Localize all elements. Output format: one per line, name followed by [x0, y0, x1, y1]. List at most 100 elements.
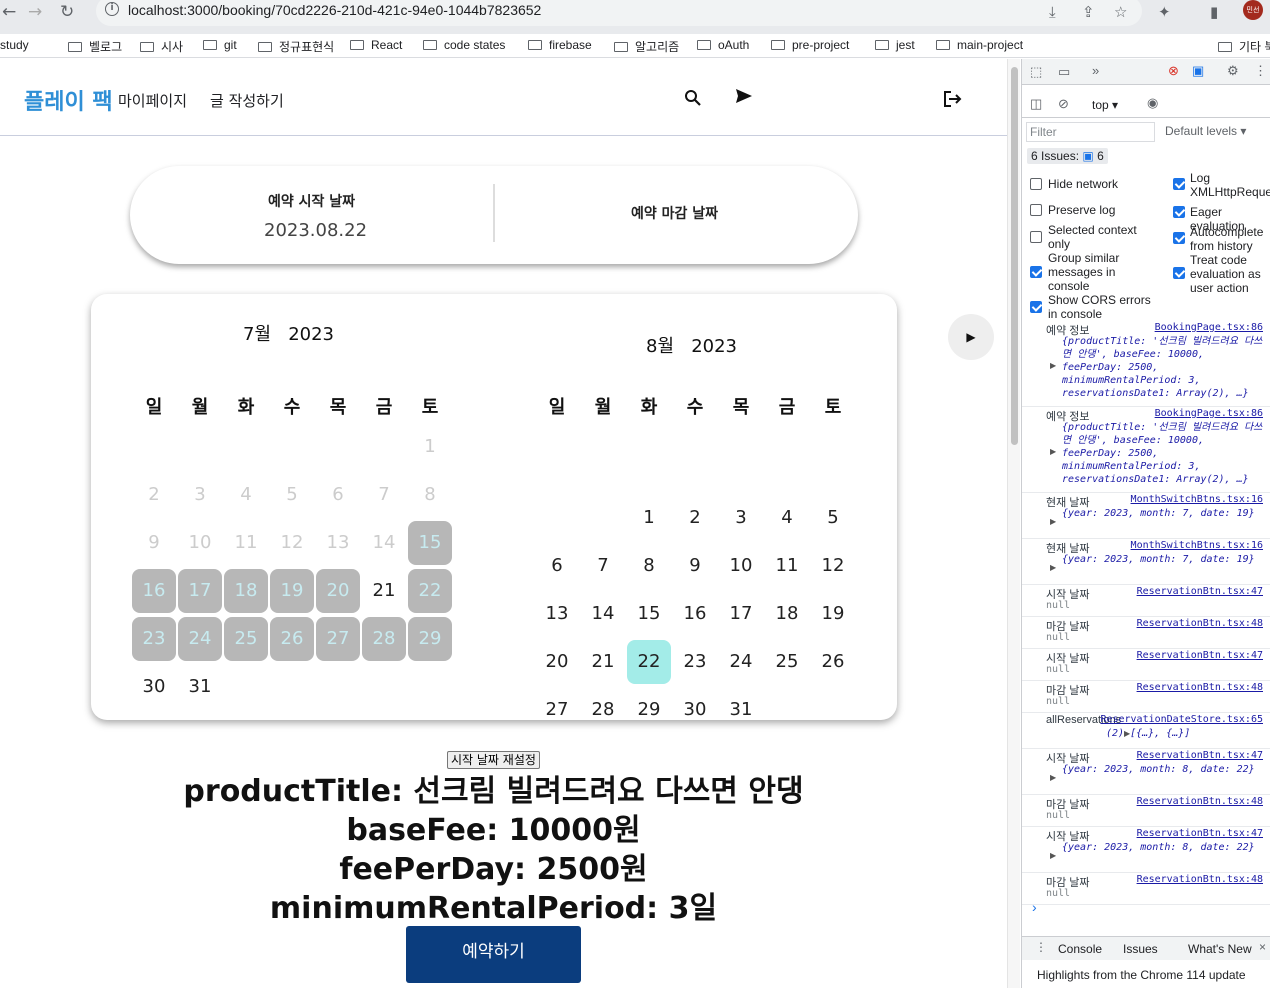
console-log-entry[interactable]: 시작 날짜 ReservationBtn.tsx:47 null [1022, 649, 1270, 681]
sidepanel-icon[interactable]: ▮ [1210, 3, 1218, 21]
log-source-link[interactable]: ReservationBtn.tsx:48 [1137, 682, 1263, 693]
bookmark-item[interactable]: main-project [936, 38, 1023, 52]
close-icon[interactable]: × [1259, 940, 1266, 954]
calendar-day[interactable]: 11 [765, 544, 809, 588]
calendar-day[interactable]: 8 [627, 544, 671, 588]
log-object[interactable]: {year: 2023, month: 8, date: 22} [1062, 763, 1267, 776]
console-log-entry[interactable]: 마감 날짜 ReservationBtn.tsx:48 null [1022, 617, 1270, 649]
calendar-day[interactable]: 18 [765, 592, 809, 636]
log-object[interactable]: {year: 2023, month: 8, date: 22} [1062, 841, 1267, 854]
log-object[interactable]: {year: 2023, month: 7, date: 19} [1062, 507, 1267, 520]
checkbox[interactable] [1173, 267, 1185, 279]
calendar-day[interactable]: 22 [627, 640, 671, 684]
calendar-day[interactable]: 13 [535, 592, 579, 636]
calendar-day[interactable]: 26 [811, 640, 855, 684]
sidebar-toggle-icon[interactable]: ◫ [1030, 96, 1042, 112]
clear-console-icon[interactable]: ⊘ [1058, 96, 1069, 112]
bookmark-item[interactable]: oAuth [697, 38, 749, 52]
checkbox[interactable] [1173, 232, 1185, 244]
bookmark-item[interactable]: 정규표현식 [258, 38, 334, 55]
calendar-day[interactable]: 19 [811, 592, 855, 636]
console-prompt[interactable]: › [1032, 899, 1037, 915]
send-icon[interactable] [735, 88, 753, 109]
log-source-link[interactable]: ReservationBtn.tsx:47 [1137, 650, 1263, 661]
bookmark-item[interactable]: 알고리즘 [614, 38, 679, 55]
drawer-tab-whats-new[interactable]: What's New [1188, 942, 1252, 956]
calendar-day[interactable]: 20 [535, 640, 579, 684]
checkbox[interactable] [1030, 178, 1042, 190]
log-source-link[interactable]: BookingPage.tsx:86 [1155, 322, 1263, 333]
page-scrollbar[interactable] [1007, 59, 1020, 988]
checkbox[interactable] [1030, 266, 1042, 278]
expand-triangle-icon[interactable]: ▶ [1050, 563, 1056, 572]
calendar-day[interactable]: 6 [535, 544, 579, 588]
drawer-tab-issues[interactable]: Issues [1123, 942, 1158, 956]
log-source-link[interactable]: MonthSwitchBtns.tsx:16 [1131, 494, 1263, 505]
log-source-link[interactable]: MonthSwitchBtns.tsx:16 [1131, 540, 1263, 551]
calendar-day[interactable]: 31 [719, 688, 763, 732]
site-info-icon[interactable]: i [105, 2, 119, 16]
calendar-day[interactable]: 4 [765, 496, 809, 540]
log-object[interactable]: {year: 2023, month: 7, date: 19} [1062, 553, 1267, 566]
settings-gear-icon[interactable]: ⚙ [1227, 63, 1239, 79]
calendar-day[interactable]: 17 [719, 592, 763, 636]
expand-triangle-icon[interactable]: ▶ [1050, 361, 1056, 370]
calendar-day[interactable]: 14 [581, 592, 625, 636]
calendar-day[interactable]: 15 [627, 592, 671, 636]
console-log-entry[interactable]: 현재 날짜 MonthSwitchBtns.tsx:16 {year: 2023, … [1022, 539, 1270, 585]
forward-icon[interactable]: → [28, 2, 42, 22]
log-object[interactable]: {productTitle: '선크림 빌려드려요 다쓰면 안댕', baseF… [1062, 335, 1267, 400]
more-tabs-icon[interactable]: » [1092, 63, 1099, 78]
calendar-day[interactable]: 5 [811, 496, 855, 540]
error-count-icon[interactable]: ⊗ [1168, 63, 1179, 79]
calendar-day[interactable]: 21 [581, 640, 625, 684]
log-source-link[interactable]: ReservationBtn.tsx:47 [1137, 586, 1263, 597]
calendar-day[interactable]: 21 [362, 569, 406, 613]
star-icon[interactable]: ☆ [1114, 3, 1127, 21]
calendar-day[interactable]: 1 [627, 496, 671, 540]
bookmark-item[interactable]: jest [875, 38, 915, 52]
profile-avatar[interactable]: 민선 [1243, 0, 1263, 20]
calendar-day[interactable]: 28 [581, 688, 625, 732]
log-object[interactable]: {productTitle: '선크림 빌려드려요 다쓰면 안댕', baseF… [1062, 421, 1267, 486]
nav-write-post[interactable]: 글 작성하기 [210, 90, 284, 111]
extensions-icon[interactable]: ✦ [1158, 3, 1171, 21]
console-log-entry[interactable]: 시작 날짜 ReservationBtn.tsx:47 null [1022, 585, 1270, 617]
calendar-day[interactable]: 2 [673, 496, 717, 540]
drawer-tab-console[interactable]: Console [1058, 942, 1102, 956]
issues-badge[interactable]: 6 Issues: ▣ 6 [1027, 148, 1108, 164]
expand-triangle-icon[interactable]: ▶ [1050, 517, 1056, 526]
expand-triangle-icon[interactable]: ▶ [1050, 773, 1056, 782]
default-levels-dropdown[interactable]: Default levels ▾ [1165, 124, 1246, 138]
calendar-day[interactable]: 7 [581, 544, 625, 588]
console-log-entry[interactable]: 마감 날짜 ReservationBtn.tsx:48 null [1022, 873, 1270, 905]
console-log-entry[interactable]: 마감 날짜 ReservationBtn.tsx:48 null [1022, 681, 1270, 713]
start-date-value[interactable]: 2023.08.22 [264, 220, 367, 241]
calendar-day[interactable]: 25 [765, 640, 809, 684]
book-button[interactable]: 예약하기 [406, 926, 581, 983]
calendar-day[interactable]: 12 [811, 544, 855, 588]
log-source-link[interactable]: ReservationBtn.tsx:47 [1137, 828, 1263, 839]
console-log-entry[interactable]: 현재 날짜 MonthSwitchBtns.tsx:16 {year: 2023, … [1022, 493, 1270, 539]
expand-triangle-icon[interactable]: ▶ [1050, 851, 1056, 860]
log-source-link[interactable]: ReservationBtn.tsx:48 [1137, 796, 1263, 807]
expand-triangle-icon[interactable]: ▶ [1124, 729, 1130, 738]
checkbox[interactable] [1030, 231, 1042, 243]
bookmark-item[interactable]: pre-project [771, 38, 849, 52]
log-source-link[interactable]: ReservationDateStore.tsx:65 [1100, 714, 1263, 725]
calendar-day[interactable]: 24 [719, 640, 763, 684]
inspect-icon[interactable]: ⬚ [1030, 64, 1042, 80]
checkbox[interactable] [1173, 178, 1185, 190]
log-source-link[interactable]: BookingPage.tsx:86 [1155, 408, 1263, 419]
console-log-entry[interactable]: allReservations ReservationDateStore.tsx:… [1022, 713, 1270, 749]
reload-icon[interactable]: ↻ [60, 2, 74, 22]
scroll-thumb[interactable] [1011, 67, 1018, 445]
calendar-day[interactable]: 10 [719, 544, 763, 588]
search-icon[interactable] [684, 89, 702, 112]
message-count-icon[interactable]: ▣ [1192, 63, 1204, 79]
log-source-link[interactable]: ReservationBtn.tsx:48 [1137, 618, 1263, 629]
console-log-entry[interactable]: 시작 날짜 ReservationBtn.tsx:47 {year: 2023, m… [1022, 749, 1270, 795]
bookmark-item[interactable]: 기타 북 [1218, 38, 1270, 55]
context-select[interactable]: top ▾ [1092, 98, 1118, 112]
live-expression-eye-icon[interactable]: ◉ [1147, 95, 1158, 111]
